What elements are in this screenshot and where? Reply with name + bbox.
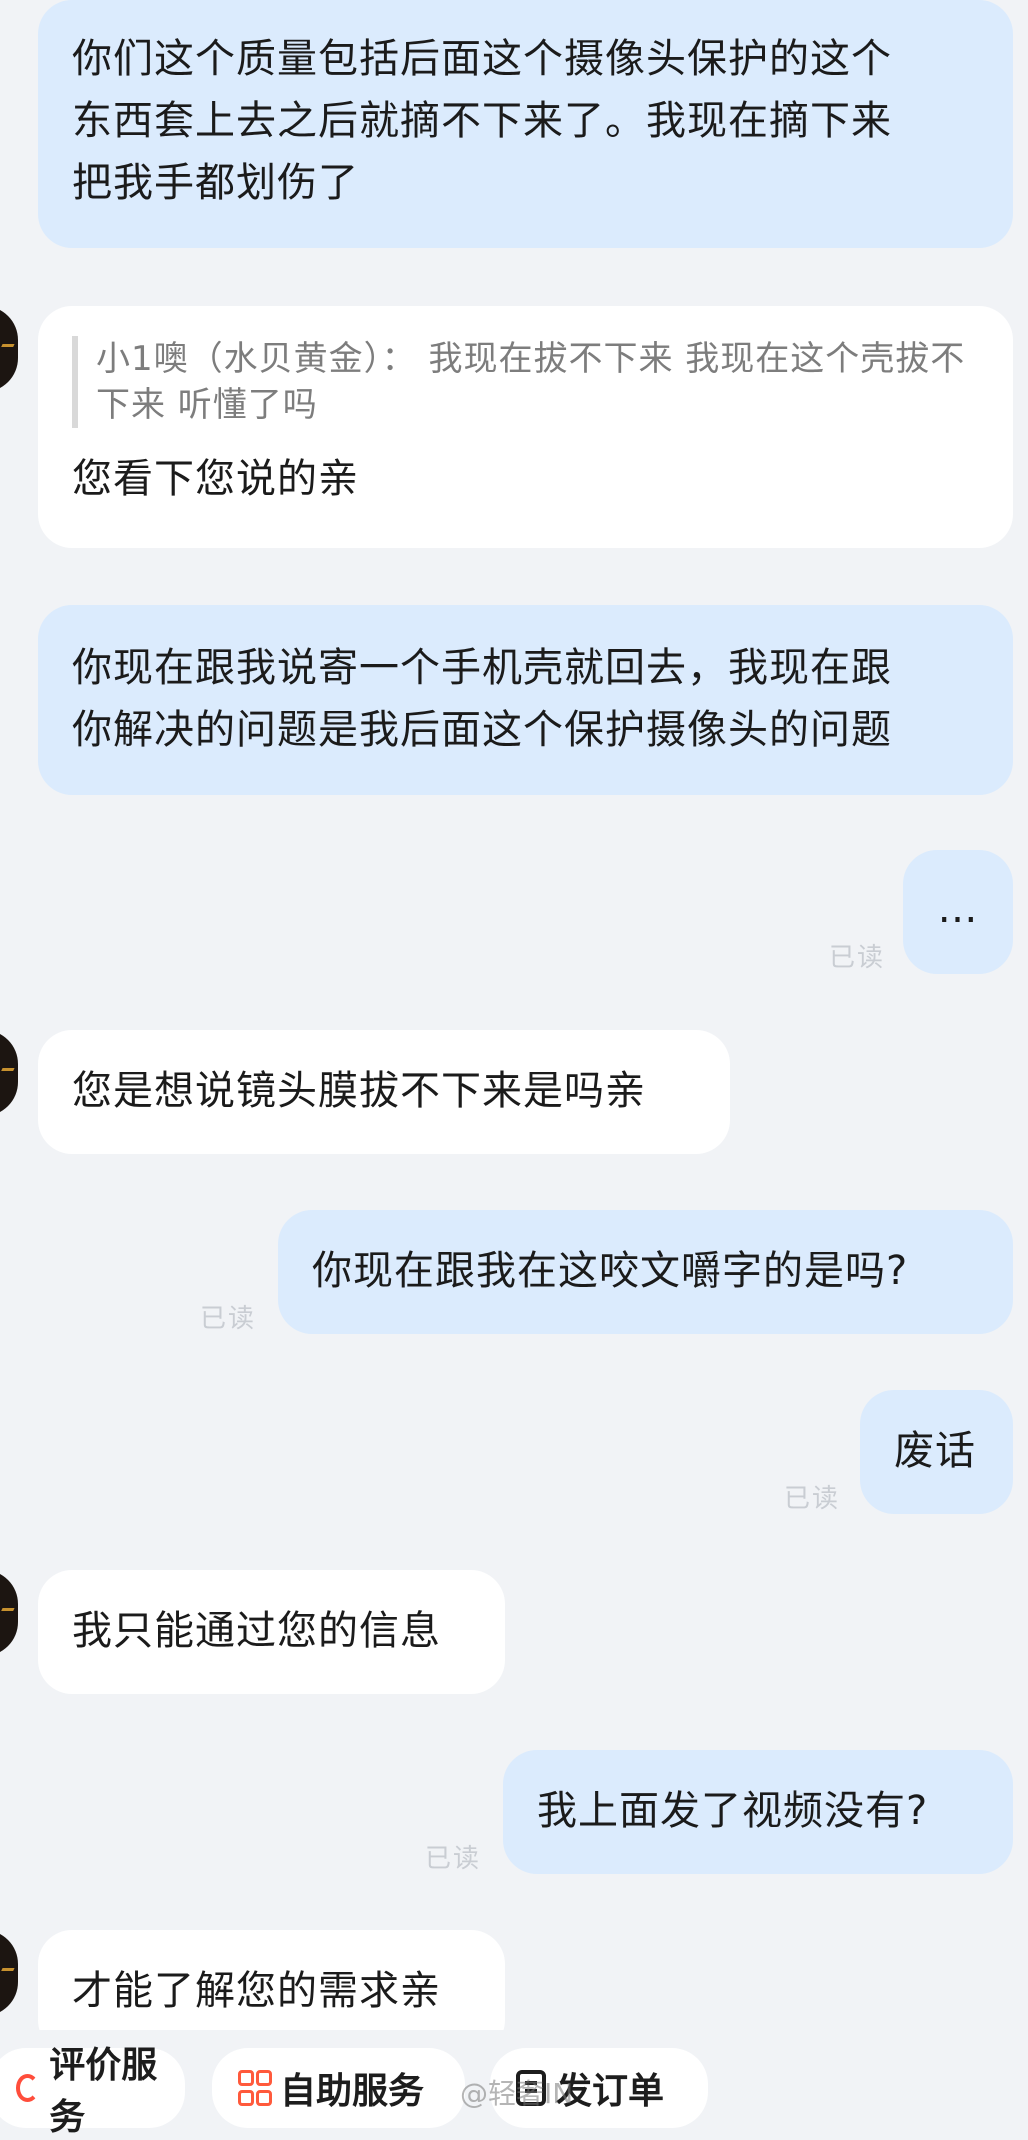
message-bubble: 废话 (860, 1390, 1013, 1514)
message-bubble: … (903, 850, 1013, 974)
shop-avatar[interactable] (0, 1930, 18, 2016)
quick-action-bar: 评价服务 自助服务 发订单 @轻奢IN (0, 2030, 1028, 2138)
rate-icon (16, 2074, 40, 2102)
read-status: 已读 (200, 1304, 257, 1334)
message-bubble: 你现在跟我在这咬文嚼字的是吗? (278, 1210, 1013, 1334)
shop-avatar[interactable] (0, 1030, 18, 1116)
shop-avatar[interactable] (0, 1570, 18, 1656)
watermark: @轻奢IN (460, 2077, 574, 2110)
shop-avatar[interactable] (0, 306, 18, 392)
read-status: 已读 (425, 1844, 482, 1874)
self-service-button[interactable]: 自助服务 (212, 2048, 465, 2128)
message-bubble: 您是想说镜头膜拔不下来是吗亲 (38, 1030, 730, 1154)
message-bubble: 小1噢（水贝黄金）： 我现在拔不下来 我现在这个壳拔不下来 听懂了吗 您看下您说… (38, 306, 1013, 548)
message-bubble: 你们这个质量包括后面这个摄像头保护的这个 东西套上去之后就摘不下来了。我现在摘下… (38, 0, 1013, 248)
quoted-message: 小1噢（水贝黄金）： 我现在拔不下来 我现在这个壳拔不下来 听懂了吗 (72, 336, 979, 428)
message-bubble: 我上面发了视频没有? (503, 1750, 1013, 1874)
chat-thread: 你们这个质量包括后面这个摄像头保护的这个 东西套上去之后就摘不下来了。我现在摘下… (0, 0, 1028, 2030)
message-bubble: 我只能通过您的信息 (38, 1570, 505, 1694)
read-status: 已读 (829, 943, 886, 973)
self-service-label: 自助服务 (280, 2071, 425, 2112)
message-bubble: 你现在跟我说寄一个手机壳就回去，我现在跟 你解决的问题是我后面这个保护摄像头的问… (38, 605, 1013, 795)
grid-icon (238, 2070, 272, 2106)
rate-service-button[interactable]: 评价服务 (0, 2045, 185, 2138)
rate-service-label: 评价服务 (49, 2045, 158, 2138)
message-text: 您看下您说的亲 (72, 456, 359, 502)
message-bubble: 才能了解您的需求亲 (38, 1930, 505, 2030)
read-status: 已读 (784, 1484, 841, 1514)
